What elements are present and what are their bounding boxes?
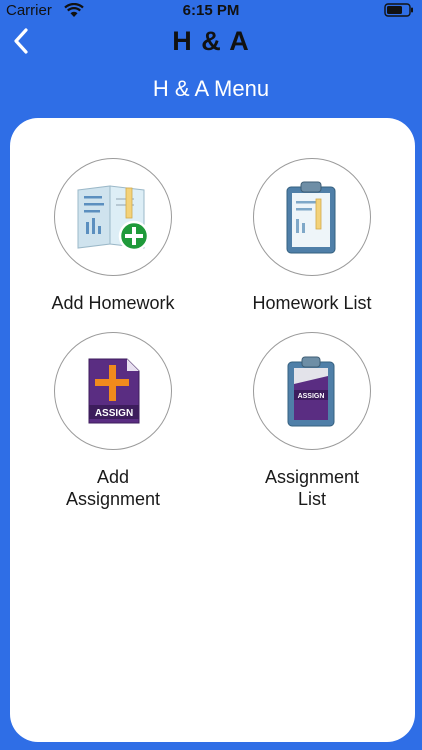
assign-badge-text-small: ASSIGN <box>298 393 325 400</box>
add-assignment-tile[interactable]: ASSIGN Add Assignment <box>23 332 203 510</box>
assignment-list-label: Assignment List <box>264 467 360 509</box>
battery-icon <box>384 3 413 17</box>
assignment-list-tile[interactable]: ASSIGN Assignment List <box>222 332 402 510</box>
add-assignment-icon: ASSIGN <box>88 358 140 424</box>
assign-badge-text: ASSIGN <box>95 408 133 419</box>
add-homework-icon <box>77 185 150 252</box>
add-assignment-button[interactable]: ASSIGN <box>54 332 172 450</box>
add-homework-label: Add Homework <box>51 293 175 313</box>
homework-list-label: Homework List <box>252 293 372 313</box>
menu-card: Add Homework Homework List ASSIGN Add As… <box>10 118 415 742</box>
status-time: 6:15 PM <box>182 2 240 19</box>
assignment-list-icon: ASSIGN <box>287 356 335 427</box>
status-bar: Carrier 6:15 PM <box>0 0 422 22</box>
homework-list-icon <box>286 181 336 254</box>
homework-list-tile[interactable]: Homework List <box>222 158 402 314</box>
add-homework-tile[interactable]: Add Homework <box>23 158 203 314</box>
add-homework-button[interactable] <box>54 158 172 276</box>
nav-title: H & A <box>172 26 250 56</box>
add-assignment-label: Add Assignment <box>65 467 161 509</box>
homework-list-button[interactable] <box>253 158 371 276</box>
assignment-list-button[interactable]: ASSIGN <box>253 332 371 450</box>
menu-title: H & A Menu <box>152 76 270 101</box>
